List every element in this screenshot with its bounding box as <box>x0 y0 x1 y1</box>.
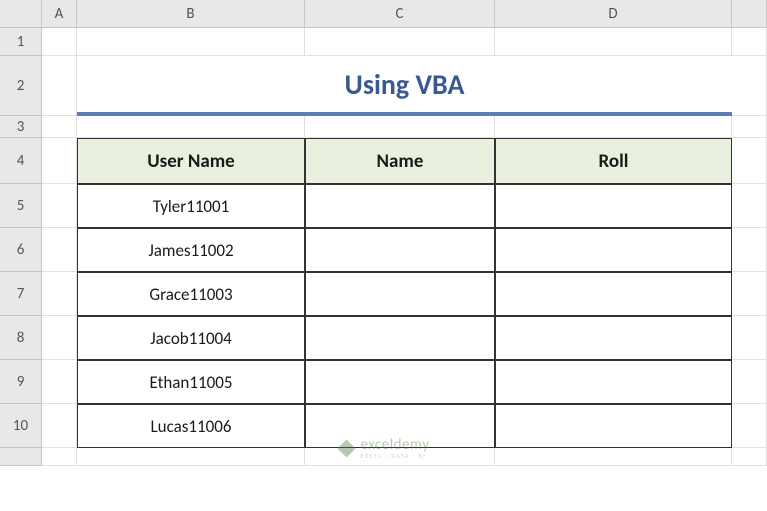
table-row[interactable] <box>495 228 732 272</box>
cell-e10[interactable] <box>732 404 767 448</box>
cell-a2[interactable] <box>42 56 77 116</box>
column-header-e[interactable] <box>732 0 767 28</box>
select-all-corner[interactable] <box>0 0 42 28</box>
table-row[interactable] <box>305 272 495 316</box>
row-header-2[interactable]: 2 <box>0 56 42 116</box>
row-header-11[interactable] <box>0 448 42 466</box>
cell-d1[interactable] <box>495 28 732 56</box>
row-header-8[interactable]: 8 <box>0 316 42 360</box>
row-header-7[interactable]: 7 <box>0 272 42 316</box>
table-row[interactable] <box>495 272 732 316</box>
table-row[interactable]: Grace11003 <box>77 272 305 316</box>
table-row[interactable] <box>495 316 732 360</box>
table-row[interactable]: Lucas11006 <box>77 404 305 448</box>
cell-a8[interactable] <box>42 316 77 360</box>
cell-e3[interactable] <box>732 116 767 138</box>
row-header-9[interactable]: 9 <box>0 360 42 404</box>
row-header-4[interactable]: 4 <box>0 138 42 184</box>
cell-a7[interactable] <box>42 272 77 316</box>
cell-c3[interactable] <box>305 116 495 138</box>
row-header-5[interactable]: 5 <box>0 184 42 228</box>
column-header-a[interactable]: A <box>42 0 77 28</box>
table-row[interactable] <box>495 184 732 228</box>
table-row[interactable]: Ethan11005 <box>77 360 305 404</box>
table-row[interactable] <box>495 404 732 448</box>
table-row[interactable]: James11002 <box>77 228 305 272</box>
cell-c11[interactable] <box>305 448 495 466</box>
table-row[interactable] <box>305 360 495 404</box>
table-row[interactable] <box>305 404 495 448</box>
table-row[interactable] <box>495 360 732 404</box>
cell-a3[interactable] <box>42 116 77 138</box>
cell-b11[interactable] <box>77 448 305 466</box>
table-header-name[interactable]: Name <box>305 138 495 184</box>
cell-a6[interactable] <box>42 228 77 272</box>
table-row[interactable] <box>305 184 495 228</box>
cell-c1[interactable] <box>305 28 495 56</box>
table-header-roll[interactable]: Roll <box>495 138 732 184</box>
spreadsheet-grid: A B C D 1 2 Using VBA 3 4 User Name Name… <box>0 0 767 466</box>
cell-a11[interactable] <box>42 448 77 466</box>
cell-a9[interactable] <box>42 360 77 404</box>
row-header-6[interactable]: 6 <box>0 228 42 272</box>
cell-e7[interactable] <box>732 272 767 316</box>
cell-e8[interactable] <box>732 316 767 360</box>
cell-a10[interactable] <box>42 404 77 448</box>
table-row[interactable] <box>305 228 495 272</box>
table-header-username[interactable]: User Name <box>77 138 305 184</box>
row-header-1[interactable]: 1 <box>0 28 42 56</box>
cell-e5[interactable] <box>732 184 767 228</box>
column-header-b[interactable]: B <box>77 0 305 28</box>
cell-e1[interactable] <box>732 28 767 56</box>
cell-e6[interactable] <box>732 228 767 272</box>
cell-e11[interactable] <box>732 448 767 466</box>
cell-b1[interactable] <box>77 28 305 56</box>
cell-a1[interactable] <box>42 28 77 56</box>
cell-e9[interactable] <box>732 360 767 404</box>
row-header-10[interactable]: 10 <box>0 404 42 448</box>
title-cell[interactable]: Using VBA <box>77 56 732 116</box>
column-header-c[interactable]: C <box>305 0 495 28</box>
cell-b3[interactable] <box>77 116 305 138</box>
table-row[interactable]: Jacob11004 <box>77 316 305 360</box>
cell-d11[interactable] <box>495 448 732 466</box>
cell-a4[interactable] <box>42 138 77 184</box>
table-row[interactable] <box>305 316 495 360</box>
row-header-3[interactable]: 3 <box>0 116 42 138</box>
cell-e4[interactable] <box>732 138 767 184</box>
table-row[interactable]: Tyler11001 <box>77 184 305 228</box>
column-header-d[interactable]: D <box>495 0 732 28</box>
cell-d3[interactable] <box>495 116 732 138</box>
cell-a5[interactable] <box>42 184 77 228</box>
cell-e2[interactable] <box>732 56 767 116</box>
